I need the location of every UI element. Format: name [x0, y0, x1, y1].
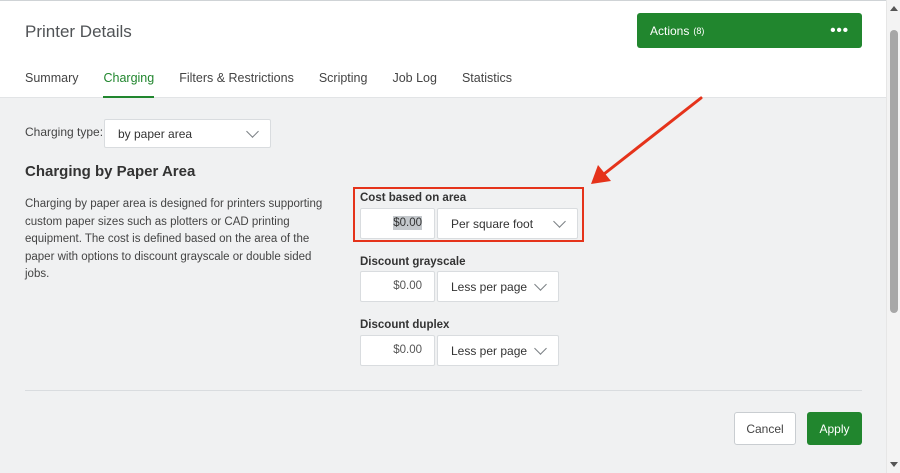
apply-button[interactable]: Apply [807, 412, 862, 445]
actions-button[interactable]: Actions (8) ••• [637, 13, 862, 48]
discount-grayscale-label: Discount grayscale [360, 256, 466, 268]
page-header: Printer Details Actions (8) ••• Summary … [0, 1, 886, 98]
charging-type-value: by paper area [118, 126, 193, 141]
page-title: Printer Details [25, 22, 132, 41]
tab-statistics[interactable]: Statistics [462, 71, 512, 98]
discount-duplex-mode-value: Less per page [451, 343, 528, 358]
section-description: Charging by paper area is designed for p… [25, 198, 323, 280]
discount-grayscale-mode-select[interactable]: Less per page [437, 271, 559, 302]
actions-label: Actions [650, 23, 690, 38]
cancel-button[interactable]: Cancel [734, 412, 796, 445]
charging-type-label: Charging type: [25, 125, 104, 139]
actions-count: (8) [693, 25, 705, 36]
section-title: Charging by Paper Area [25, 163, 196, 180]
tab-scripting[interactable]: Scripting [319, 71, 368, 98]
discount-grayscale-mode-value: Less per page [451, 279, 528, 294]
chevron-down-icon [246, 124, 259, 138]
tab-bar: Summary Charging Filters & Restrictions … [25, 71, 537, 98]
chevron-down-icon [534, 277, 547, 291]
scroll-up-arrow-icon[interactable] [890, 6, 898, 11]
more-icon: ••• [830, 22, 849, 39]
discount-duplex-mode-select[interactable]: Less per page [437, 335, 559, 366]
discount-duplex-value: $0.00 [393, 344, 422, 356]
annotation-highlight-box [353, 187, 584, 242]
tab-charging[interactable]: Charging [103, 71, 155, 98]
charging-type-select[interactable]: by paper area [104, 119, 271, 148]
chevron-down-icon [534, 341, 547, 355]
tab-filters-restrictions[interactable]: Filters & Restrictions [179, 71, 294, 98]
discount-grayscale-value: $0.00 [393, 280, 422, 292]
scroll-thumb[interactable] [890, 30, 898, 313]
discount-duplex-input[interactable]: $0.00 [360, 335, 435, 366]
discount-grayscale-input[interactable]: $0.00 [360, 271, 435, 302]
footer-divider [25, 390, 862, 391]
vertical-scrollbar[interactable] [886, 0, 900, 473]
tab-job-log[interactable]: Job Log [392, 71, 436, 98]
scroll-down-arrow-icon[interactable] [890, 462, 898, 467]
discount-duplex-label: Discount duplex [360, 319, 450, 331]
tab-summary[interactable]: Summary [25, 71, 78, 98]
